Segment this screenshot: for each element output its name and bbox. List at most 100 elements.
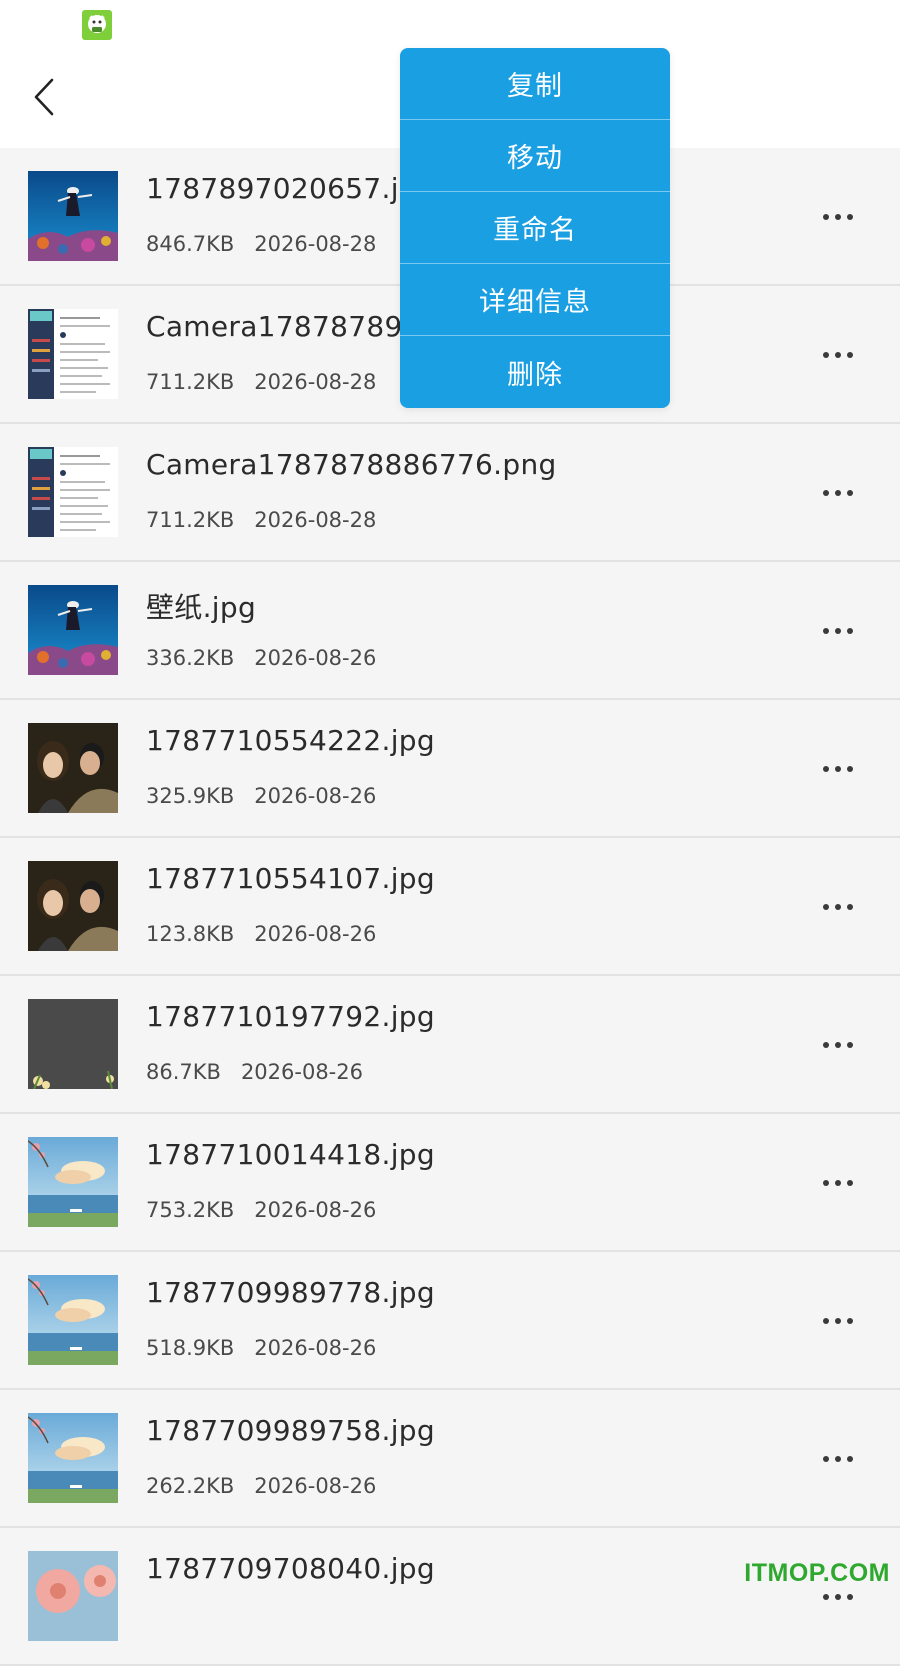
more-dot (847, 1042, 853, 1048)
more-dot (835, 214, 841, 220)
file-meta: 262.2KB 2026-08-26 (146, 1474, 376, 1498)
more-dot (847, 628, 853, 634)
status-bar (0, 0, 900, 48)
file-row[interactable]: 壁纸.jpg 336.2KB 2026-08-26 (0, 562, 900, 700)
more-horizontal-icon[interactable] (816, 339, 860, 371)
file-name: Camera1787878904 (146, 310, 439, 343)
more-dot (823, 1042, 829, 1048)
more-dot (823, 214, 829, 220)
more-dot (847, 214, 853, 220)
menu-item-delete[interactable]: 删除 (400, 336, 670, 408)
file-thumbnail (28, 1275, 118, 1365)
more-dot (847, 766, 853, 772)
file-date: 2026-08-26 (254, 784, 377, 808)
more-dot (835, 1180, 841, 1186)
file-row[interactable]: 1787709708040.jpg (0, 1528, 900, 1666)
more-dot (835, 904, 841, 910)
file-thumbnail (28, 999, 118, 1089)
file-row[interactable]: 1787710014418.jpg 753.2KB 2026-08-26 (0, 1114, 900, 1252)
file-size: 336.2KB (146, 646, 235, 670)
file-date: 2026-08-28 (254, 370, 377, 394)
file-name: 壁纸.jpg (146, 591, 257, 624)
more-dot (835, 1318, 841, 1324)
more-dot (847, 1456, 853, 1462)
file-row[interactable]: 1787710554107.jpg 123.8KB 2026-08-26 (0, 838, 900, 976)
file-name: 1787710554107.jpg (146, 862, 435, 895)
more-horizontal-icon[interactable] (816, 1443, 860, 1475)
file-size: 86.7KB (146, 1060, 221, 1084)
file-date: 2026-08-26 (254, 646, 377, 670)
more-dot (847, 1180, 853, 1186)
more-horizontal-icon[interactable] (816, 1167, 860, 1199)
menu-item-move[interactable]: 移动 (400, 120, 670, 192)
file-size: 711.2KB (146, 508, 235, 532)
more-dot (823, 1456, 829, 1462)
file-meta: 753.2KB 2026-08-26 (146, 1198, 376, 1222)
file-meta: 846.7KB 2026-08-28 (146, 232, 376, 256)
more-horizontal-icon[interactable] (816, 615, 860, 647)
file-meta: 325.9KB 2026-08-26 (146, 784, 376, 808)
file-date: 2026-08-26 (254, 922, 377, 946)
file-thumbnail (28, 171, 118, 261)
more-dot (823, 1594, 829, 1600)
file-row[interactable]: Camera1787878886776.png 711.2KB 2026-08-28 (0, 424, 900, 562)
menu-item-details[interactable]: 详细信息 (400, 264, 670, 336)
file-thumbnail (28, 861, 118, 951)
more-dot (847, 1594, 853, 1600)
file-thumbnail (28, 309, 118, 399)
file-row[interactable]: 1787710197792.jpg 86.7KB 2026-08-26 (0, 976, 900, 1114)
file-name: 1787709708040.jpg (146, 1552, 435, 1585)
file-row[interactable]: 1787709989778.jpg 518.9KB 2026-08-26 (0, 1252, 900, 1390)
watermark: ITMOP.COM (744, 1559, 890, 1587)
file-name: 1787710554222.jpg (146, 724, 435, 757)
more-dot (823, 352, 829, 358)
more-dot (823, 766, 829, 772)
file-meta: 123.8KB 2026-08-26 (146, 922, 376, 946)
file-thumbnail (28, 1137, 118, 1227)
more-horizontal-icon[interactable] (816, 1029, 860, 1061)
file-thumbnail (28, 447, 118, 537)
file-row[interactable]: 1787710554222.jpg 325.9KB 2026-08-26 (0, 700, 900, 838)
file-row[interactable]: 1787709989758.jpg 262.2KB 2026-08-26 (0, 1390, 900, 1528)
file-date: 2026-08-26 (254, 1336, 377, 1360)
more-horizontal-icon[interactable] (816, 1305, 860, 1337)
file-size: 262.2KB (146, 1474, 235, 1498)
file-size: 711.2KB (146, 370, 235, 394)
more-horizontal-icon[interactable] (816, 891, 860, 923)
file-meta: 336.2KB 2026-08-26 (146, 646, 376, 670)
more-dot (835, 766, 841, 772)
file-size: 846.7KB (146, 232, 235, 256)
file-size: 518.9KB (146, 1336, 235, 1360)
file-meta (146, 1612, 166, 1636)
more-dot (847, 1318, 853, 1324)
back-button[interactable] (20, 73, 68, 121)
file-size: 123.8KB (146, 922, 235, 946)
file-date: 2026-08-28 (254, 232, 377, 256)
more-dot (835, 1456, 841, 1462)
file-size: 325.9KB (146, 784, 235, 808)
more-horizontal-icon[interactable] (816, 477, 860, 509)
menu-item-rename[interactable]: 重命名 (400, 192, 670, 264)
more-dot (823, 904, 829, 910)
file-name: 1787710014418.jpg (146, 1138, 435, 1171)
more-horizontal-icon[interactable] (816, 753, 860, 785)
file-date: 2026-08-26 (254, 1198, 377, 1222)
file-meta: 86.7KB 2026-08-26 (146, 1060, 363, 1084)
more-dot (847, 904, 853, 910)
more-dot (835, 628, 841, 634)
more-horizontal-icon[interactable] (816, 201, 860, 233)
file-meta: 518.9KB 2026-08-26 (146, 1336, 376, 1360)
file-thumbnail (28, 1413, 118, 1503)
more-dot (823, 628, 829, 634)
file-name: 1787709989758.jpg (146, 1414, 435, 1447)
file-name: 1787709989778.jpg (146, 1276, 435, 1309)
file-date: 2026-08-26 (254, 1474, 377, 1498)
menu-item-copy[interactable]: 复制 (400, 48, 670, 120)
file-name: 1787897020657.jpg (146, 172, 435, 205)
file-thumbnail (28, 723, 118, 813)
file-date: 2026-08-26 (240, 1060, 363, 1084)
file-size: 753.2KB (146, 1198, 235, 1222)
more-dot (835, 1594, 841, 1600)
file-meta: 711.2KB 2026-08-28 (146, 508, 376, 532)
more-dot (847, 490, 853, 496)
